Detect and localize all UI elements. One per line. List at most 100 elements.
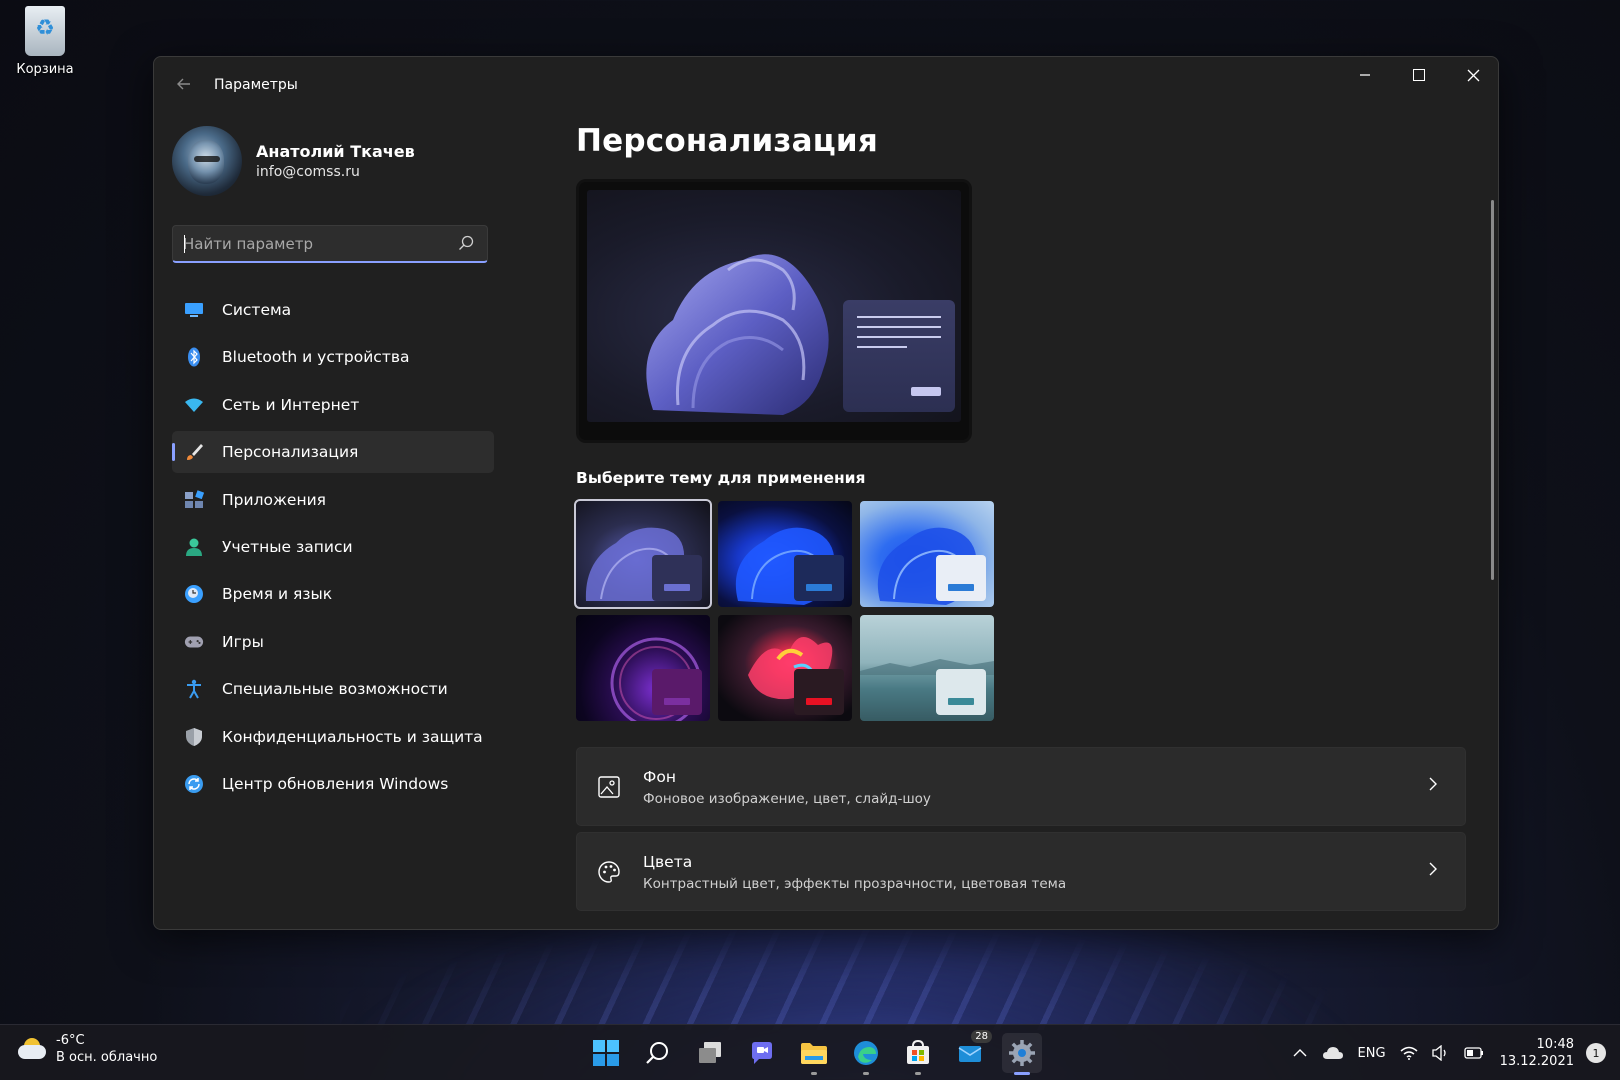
- page-title: Персонализация: [576, 123, 878, 159]
- recycle-bin-desktop-icon[interactable]: Корзина: [12, 6, 78, 77]
- title-bar[interactable]: Параметры: [154, 57, 1498, 115]
- search-input[interactable]: [183, 232, 453, 256]
- search-icon[interactable]: [457, 234, 475, 252]
- weather-widget[interactable]: -6°C В осн. облачно: [18, 1033, 157, 1065]
- notification-badge[interactable]: 1: [1586, 1043, 1606, 1063]
- recycle-bin-label: Корзина: [16, 62, 74, 77]
- sidebar-item-label: Приложения: [222, 490, 326, 509]
- taskbar: -6°C В осн. облачно 28 ENG 10:48 13.12.2…: [0, 1024, 1620, 1080]
- image-icon: [598, 776, 620, 798]
- preview-button: [911, 387, 941, 396]
- partly-cloudy-icon: [18, 1038, 48, 1060]
- sidebar-item-apps[interactable]: Приложения: [172, 479, 494, 521]
- bluetooth-icon: [184, 347, 204, 367]
- sidebar-item-label: Игры: [222, 632, 264, 651]
- close-button[interactable]: [1446, 57, 1498, 93]
- running-indicator: [915, 1072, 921, 1075]
- clock-date: 13.12.2021: [1499, 1054, 1574, 1069]
- theme-card-flow[interactable]: [860, 615, 994, 721]
- file-explorer-button[interactable]: [794, 1033, 834, 1075]
- accessibility-icon: [184, 679, 204, 699]
- desktop-wallpaper-streaks: [340, 930, 1340, 1030]
- settings-taskbar-button[interactable]: [1002, 1033, 1042, 1075]
- sidebar-item-label: Персонализация: [222, 443, 359, 462]
- bloom-image: [646, 254, 829, 415]
- card-title: Цвета: [643, 853, 693, 871]
- maximize-button[interactable]: [1392, 57, 1446, 93]
- sidebar-item-network[interactable]: Сеть и Интернет: [172, 384, 494, 426]
- wifi-icon[interactable]: [1400, 1046, 1418, 1060]
- store-button[interactable]: [898, 1033, 938, 1075]
- minimize-icon: [1360, 74, 1370, 76]
- sidebar-item-gaming[interactable]: Игры: [172, 621, 494, 663]
- chat-icon: [752, 1042, 772, 1064]
- minimize-button[interactable]: [1338, 57, 1392, 93]
- nav-list: Система Bluetooth и устройства Сеть и Ин…: [172, 289, 494, 805]
- taskbar-apps: 28: [580, 1025, 1048, 1080]
- preview-window: [843, 300, 955, 412]
- edge-button[interactable]: [846, 1033, 886, 1075]
- running-indicator: [811, 1072, 817, 1075]
- search-box[interactable]: [172, 225, 488, 263]
- sidebar-item-bluetooth[interactable]: Bluetooth и устройства: [172, 336, 494, 378]
- edge-browser-icon: [854, 1041, 878, 1065]
- chevron-up-icon[interactable]: [1292, 1048, 1308, 1058]
- sidebar-item-privacy[interactable]: Конфиденциальность и защита: [172, 716, 494, 758]
- theme-preview: [576, 179, 972, 443]
- battery-icon[interactable]: [1463, 1047, 1484, 1059]
- user-profile[interactable]: Анатолий Ткачев info@comss.ru: [172, 125, 494, 197]
- maximize-icon: [1413, 69, 1425, 81]
- onedrive-cloud-icon[interactable]: [1322, 1046, 1344, 1060]
- theme-card-windows-light[interactable]: [860, 501, 994, 607]
- settings-window: Параметры Анатолий Ткачев info@comss.ru: [153, 56, 1499, 930]
- taskbar-search-button[interactable]: [638, 1033, 678, 1073]
- gamepad-icon: [184, 632, 204, 652]
- person-icon: [184, 537, 204, 557]
- theme-card-glow[interactable]: [576, 615, 710, 721]
- arrow-left-icon: [177, 78, 190, 90]
- chevron-right-icon: [1429, 777, 1437, 791]
- task-view-button[interactable]: [690, 1033, 730, 1073]
- sidebar-item-windows-update[interactable]: Центр обновления Windows: [172, 763, 494, 805]
- language-indicator[interactable]: ENG: [1358, 1046, 1386, 1061]
- theme-card-captured-motion[interactable]: [718, 615, 852, 721]
- sidebar: Анатолий Ткачев info@comss.ru Система: [172, 125, 494, 810]
- task-view-icon: [699, 1042, 721, 1063]
- colors-settings-card[interactable]: Цвета Контрастный цвет, эффекты прозрачн…: [576, 832, 1466, 911]
- volume-icon[interactable]: [1431, 1045, 1450, 1061]
- card-subtitle: Фоновое изображение, цвет, слайд-шоу: [643, 791, 931, 807]
- weather-temperature: -6°C: [56, 1033, 85, 1048]
- sidebar-item-label: Конфиденциальность и защита: [222, 727, 483, 746]
- shield-icon: [184, 727, 204, 747]
- theme-card-dark-bloom[interactable]: [574, 499, 712, 609]
- sidebar-item-time-language[interactable]: Время и язык: [172, 573, 494, 615]
- start-button[interactable]: [586, 1033, 626, 1073]
- sidebar-item-system[interactable]: Система: [172, 289, 494, 331]
- sidebar-item-accounts[interactable]: Учетные записи: [172, 526, 494, 568]
- clock[interactable]: 10:48 13.12.2021: [1500, 1037, 1574, 1069]
- theme-card-windows-dark[interactable]: [718, 501, 852, 607]
- windows-logo-icon: [593, 1040, 619, 1066]
- mail-button[interactable]: 28: [950, 1030, 992, 1073]
- background-settings-card[interactable]: Фон Фоновое изображение, цвет, слайд-шоу: [576, 747, 1466, 826]
- back-button[interactable]: [170, 73, 198, 101]
- monitor-icon: [184, 300, 204, 320]
- mail-icon: [958, 1046, 982, 1062]
- search-icon: [646, 1042, 668, 1064]
- scrollbar[interactable]: [1491, 200, 1494, 580]
- store-icon: [907, 1040, 929, 1064]
- sidebar-item-personalization[interactable]: Персонализация: [172, 431, 494, 474]
- sidebar-item-accessibility[interactable]: Специальные возможности: [172, 668, 494, 710]
- theme-grid: [574, 499, 1466, 721]
- clock-globe-icon: [184, 584, 204, 604]
- chevron-right-icon: [1429, 862, 1437, 876]
- sidebar-item-label: Система: [222, 301, 292, 319]
- running-indicator: [1014, 1072, 1030, 1075]
- chat-button[interactable]: [742, 1033, 782, 1073]
- preview-screen: [587, 190, 961, 422]
- main-content: Персонализация Выберите тему для примене…: [574, 115, 1466, 911]
- sidebar-item-label: Учетные записи: [222, 537, 353, 556]
- avatar[interactable]: [172, 126, 242, 196]
- sidebar-item-label: Время и язык: [222, 585, 333, 604]
- sidebar-item-label: Центр обновления Windows: [222, 774, 449, 793]
